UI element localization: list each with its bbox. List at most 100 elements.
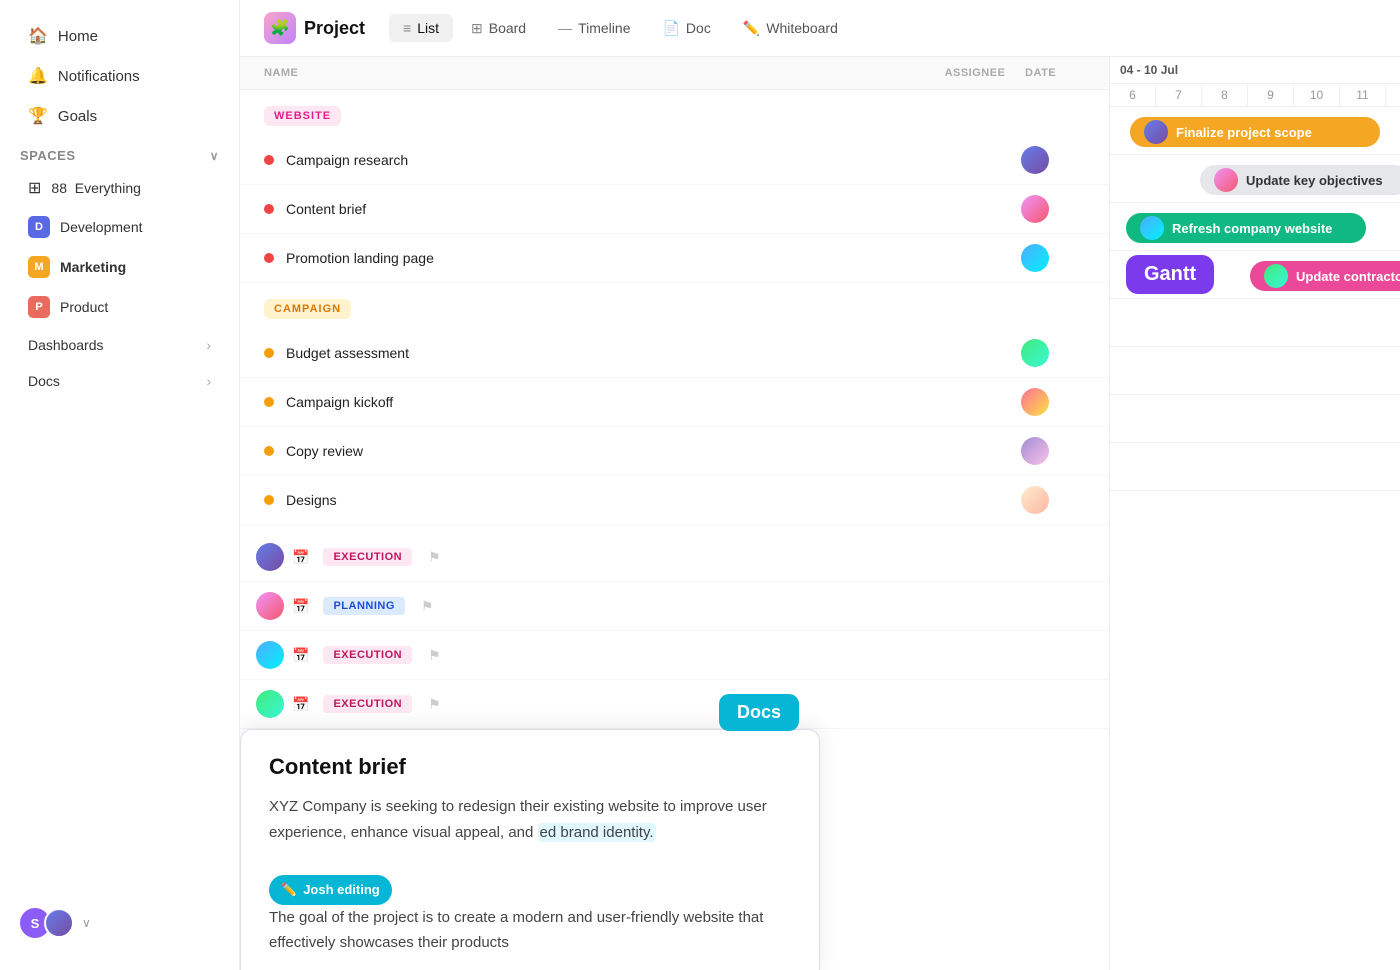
status-badge-execution: EXECUTION bbox=[323, 646, 412, 664]
gantt-week-1: 04 - 10 Jul 6 7 8 9 10 11 12 13 14 bbox=[1110, 57, 1400, 106]
sidebar-label-development: Development bbox=[60, 219, 143, 235]
gantt-week-label-1: 04 - 10 Jul bbox=[1110, 57, 1400, 84]
assignee-avatar bbox=[1021, 486, 1049, 514]
task-row[interactable]: Campaign research bbox=[240, 136, 1109, 185]
sidebar-label-product: Product bbox=[60, 299, 108, 315]
task-assignee bbox=[985, 486, 1085, 514]
gantt-day: 7 bbox=[1156, 84, 1202, 106]
docs-chevron-icon: › bbox=[206, 373, 211, 389]
gantt-bar-objectives[interactable]: Update key objectives bbox=[1200, 165, 1400, 195]
gantt-empty-row bbox=[1110, 299, 1400, 347]
timeline-icon: — bbox=[558, 20, 572, 36]
sidebar-item-notifications[interactable]: 🔔 Notifications bbox=[8, 56, 231, 96]
tab-bar: ≡ List ⊞ Board — Timeline 📄 Doc ✏️ White… bbox=[389, 14, 852, 43]
flag-icon: ⚑ bbox=[428, 549, 441, 566]
sidebar-label-marketing: Marketing bbox=[60, 259, 126, 275]
tab-board[interactable]: ⊞ Board bbox=[457, 14, 540, 43]
tab-doc[interactable]: 📄 Doc bbox=[648, 14, 724, 43]
task-assignee bbox=[985, 244, 1085, 272]
tab-board-label: Board bbox=[489, 20, 526, 36]
dashboards-chevron-icon: › bbox=[206, 337, 211, 353]
sidebar-item-product[interactable]: P Product bbox=[8, 287, 231, 327]
task-name: Campaign kickoff bbox=[286, 394, 985, 410]
task-row[interactable]: Campaign kickoff bbox=[240, 378, 1109, 427]
gantt-bar-refresh[interactable]: Refresh company website bbox=[1126, 213, 1366, 243]
sidebar-item-dashboards[interactable]: Dashboards › bbox=[8, 327, 231, 363]
status-badge-execution: EXECUTION bbox=[323, 695, 412, 713]
sidebar-item-home[interactable]: 🏠 Home bbox=[8, 16, 231, 56]
assignee-avatar bbox=[1021, 388, 1049, 416]
task-name: Budget assessment bbox=[286, 345, 985, 361]
whiteboard-icon: ✏️ bbox=[743, 20, 760, 37]
col-date: DATE bbox=[1025, 67, 1085, 79]
gantt-empty-row bbox=[1110, 443, 1400, 491]
sidebar-item-docs[interactable]: Docs › bbox=[8, 363, 231, 399]
tab-whiteboard[interactable]: ✏️ Whiteboard bbox=[729, 14, 852, 43]
table-header: NAME ASSIGNEE DATE bbox=[240, 57, 1109, 90]
status-avatar bbox=[256, 592, 284, 620]
gantt-bar-contractor[interactable]: Update contractor agreement bbox=[1250, 261, 1400, 291]
status-badge-planning: PLANNING bbox=[323, 597, 404, 615]
gantt-empty-row bbox=[1110, 395, 1400, 443]
gantt-day: 8 bbox=[1202, 84, 1248, 106]
gantt-day: 6 bbox=[1110, 84, 1156, 106]
status-avatar bbox=[256, 543, 284, 571]
task-row[interactable]: Content brief bbox=[240, 185, 1109, 234]
sidebar-label-dashboards: Dashboards bbox=[28, 337, 104, 353]
docs-panel: Docs Content brief XYZ Company is seekin… bbox=[240, 729, 820, 970]
col-assignee: ASSIGNEE bbox=[925, 67, 1025, 79]
gantt-day: 10 bbox=[1294, 84, 1340, 106]
section-label-website: WEBSITE bbox=[264, 106, 341, 126]
task-name: Campaign research bbox=[286, 152, 985, 168]
docs-body-text2: The goal of the project is to create a m… bbox=[269, 909, 763, 952]
spaces-section-header: Spaces ∨ bbox=[0, 136, 239, 169]
task-assignee bbox=[985, 339, 1085, 367]
docs-tooltip-label: Docs bbox=[737, 702, 781, 722]
gantt-panel: 04 - 10 Jul 6 7 8 9 10 11 12 13 14 bbox=[1110, 57, 1400, 970]
flag-icon: ⚑ bbox=[421, 598, 434, 615]
task-assignee bbox=[985, 146, 1085, 174]
task-row[interactable]: Designs bbox=[240, 476, 1109, 525]
product-badge: P bbox=[28, 296, 50, 318]
sidebar: 🏠 Home 🔔 Notifications 🏆 Goals Spaces ∨ … bbox=[0, 0, 240, 970]
task-dot-yellow bbox=[264, 397, 274, 407]
list-panel: NAME ASSIGNEE DATE WEBSITE Campaign rese… bbox=[240, 57, 1110, 970]
gantt-bar-finalize[interactable]: Finalize project scope bbox=[1130, 117, 1380, 147]
sidebar-item-development[interactable]: D Development bbox=[8, 207, 231, 247]
tab-list[interactable]: ≡ List bbox=[389, 14, 453, 42]
spaces-label: Spaces bbox=[20, 148, 76, 163]
gantt-days-1: 6 7 8 9 10 11 12 13 14 bbox=[1110, 84, 1400, 106]
task-row[interactable]: Promotion landing page bbox=[240, 234, 1109, 283]
task-name: Designs bbox=[286, 492, 985, 508]
task-row[interactable]: Budget assessment bbox=[240, 329, 1109, 378]
assignee-avatar bbox=[1021, 339, 1049, 367]
gantt-body: Gantt Finalize project scope Update key … bbox=[1110, 107, 1400, 491]
gantt-empty-row bbox=[1110, 347, 1400, 395]
gantt-header: 04 - 10 Jul 6 7 8 9 10 11 12 13 14 bbox=[1110, 57, 1400, 107]
josh-editing-label: Josh editing bbox=[303, 879, 380, 901]
status-badge-execution: EXECUTION bbox=[323, 548, 412, 566]
list-icon: ≡ bbox=[403, 20, 411, 36]
task-row[interactable]: Copy review bbox=[240, 427, 1109, 476]
status-row: 📅 EXECUTION ⚑ bbox=[240, 680, 1109, 729]
section-website: WEBSITE Campaign research Content brief bbox=[240, 90, 1109, 283]
spaces-chevron-icon[interactable]: ∨ bbox=[210, 149, 219, 163]
task-name: Promotion landing page bbox=[286, 250, 985, 266]
gantt-tooltip: Gantt bbox=[1126, 255, 1214, 294]
user-menu-chevron-icon[interactable]: ∨ bbox=[82, 916, 91, 930]
assignee-avatar bbox=[1021, 195, 1049, 223]
sidebar-user-area: S ∨ bbox=[0, 892, 239, 954]
sidebar-label-everything: 88 Everything bbox=[51, 180, 141, 196]
sidebar-item-goals[interactable]: 🏆 Goals bbox=[8, 96, 231, 136]
tab-doc-label: Doc bbox=[686, 20, 711, 36]
tab-timeline[interactable]: — Timeline bbox=[544, 14, 644, 42]
sidebar-item-marketing[interactable]: M Marketing bbox=[8, 247, 231, 287]
gantt-bar-label: Refresh company website bbox=[1172, 221, 1332, 236]
sidebar-label-docs: Docs bbox=[28, 373, 60, 389]
task-dot-yellow bbox=[264, 348, 274, 358]
calendar-icon: 📅 bbox=[292, 696, 309, 713]
sidebar-item-everything[interactable]: ⊞ 88 Everything bbox=[8, 169, 231, 207]
docs-panel-body: XYZ Company is seeking to redesign their… bbox=[269, 794, 791, 956]
bell-icon: 🔔 bbox=[28, 66, 48, 86]
development-badge: D bbox=[28, 216, 50, 238]
